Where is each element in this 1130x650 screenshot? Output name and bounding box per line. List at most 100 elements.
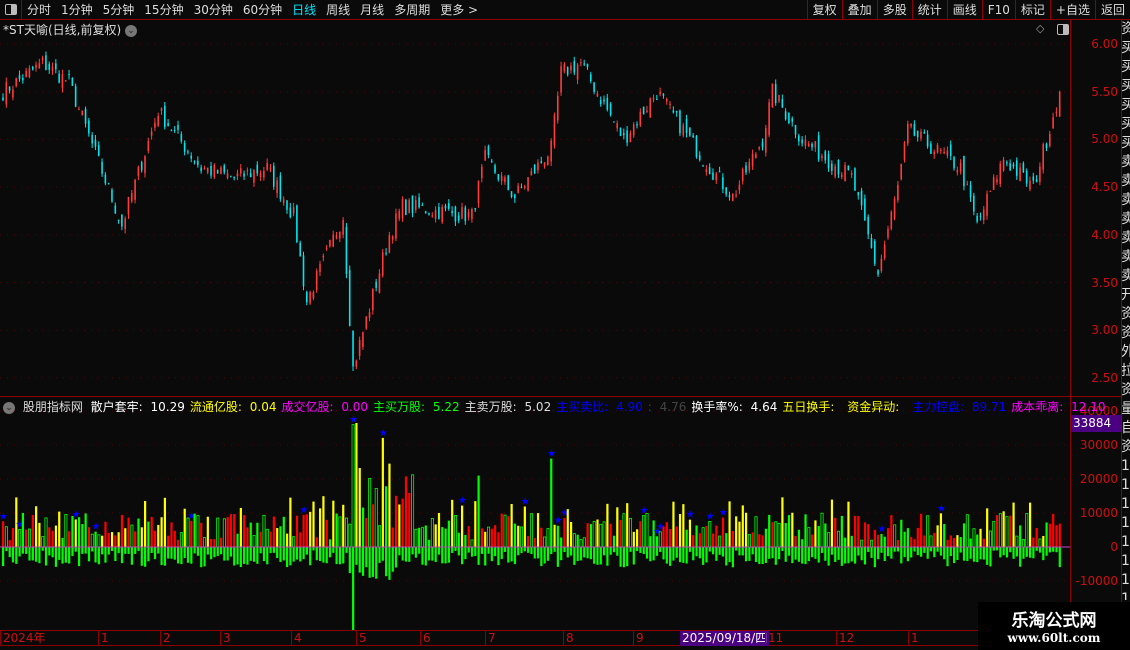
candle-body bbox=[177, 124, 179, 130]
candle-body bbox=[533, 164, 536, 174]
indicator-bar-positive bbox=[586, 523, 589, 547]
indicator-bar-negative bbox=[358, 547, 361, 573]
indicator-bar-positive bbox=[11, 528, 15, 547]
indicator-bar-negative bbox=[929, 547, 933, 552]
candle-body bbox=[959, 162, 962, 172]
indicator-bar-positive bbox=[265, 528, 269, 548]
candle-body bbox=[78, 108, 80, 110]
indicator-bar-negative bbox=[256, 547, 259, 564]
indicator-bar-negative bbox=[305, 547, 309, 555]
indicator-bar-positive bbox=[589, 524, 592, 547]
indicator-bar-negative bbox=[1019, 547, 1022, 567]
chart-canvas[interactable]: ★★★★★★★★★ ★★★★ ★★★★ ★ ★★★ bbox=[0, 0, 1070, 630]
indicator-bar-positive bbox=[791, 512, 794, 547]
candle-body bbox=[164, 105, 166, 128]
indicator-bar-positive bbox=[104, 521, 107, 547]
candle-body bbox=[1009, 163, 1011, 171]
indicator-bar-negative bbox=[186, 547, 190, 563]
candle-body bbox=[864, 198, 866, 221]
indicator-bar-positive bbox=[196, 515, 200, 548]
indicator-bar-positive bbox=[998, 513, 1002, 548]
indicator-bar-positive bbox=[4, 526, 8, 548]
candle-body bbox=[180, 134, 183, 142]
star-marker: ★ bbox=[91, 522, 100, 533]
right-side-panel[interactable]: 资买买买买买买卖卖卖卖卖卖卖开资资外拉资量自资1111111111 bbox=[1122, 20, 1130, 600]
indicator-bar-positive bbox=[546, 528, 550, 548]
indicator-bar-positive bbox=[239, 507, 242, 547]
candle-body bbox=[741, 169, 744, 182]
indicator-bar-positive bbox=[877, 534, 880, 547]
candle-body bbox=[530, 170, 533, 176]
indicator-bar-positive bbox=[619, 519, 622, 547]
indicator-bar-positive bbox=[863, 522, 867, 547]
candle-body bbox=[471, 208, 473, 220]
indicator-bar-positive bbox=[576, 534, 579, 547]
indicator-bar-positive bbox=[408, 492, 411, 547]
indicator-bar-positive bbox=[467, 526, 470, 547]
indicator-bar-positive bbox=[21, 513, 25, 547]
chevron-down-icon[interactable]: ⌄ bbox=[3, 401, 15, 414]
indicator-bar-negative bbox=[48, 547, 51, 556]
indicator-bar-negative bbox=[827, 547, 830, 566]
indicator-bar-negative bbox=[94, 547, 97, 563]
indicator-value: 4.76 bbox=[659, 400, 687, 414]
indicator-item: 散户套牢: 10.29 bbox=[91, 400, 190, 414]
candle-body bbox=[966, 183, 969, 185]
candle-body bbox=[692, 135, 694, 138]
indicator-bar-positive bbox=[434, 524, 437, 547]
candle-body bbox=[794, 125, 797, 135]
star-marker: ★ bbox=[640, 505, 649, 516]
candle-body bbox=[124, 218, 126, 230]
indicator-bar-negative bbox=[470, 547, 474, 557]
indicator-bar-negative bbox=[1038, 547, 1042, 553]
indicator-bar-negative bbox=[995, 547, 999, 551]
indicator-bar-positive bbox=[127, 517, 130, 547]
indicator-bar-negative bbox=[718, 547, 721, 555]
indicator-bar-negative bbox=[725, 547, 728, 566]
indicator-bar-negative bbox=[748, 547, 751, 561]
indicator-bar-negative bbox=[477, 547, 480, 565]
indicator-bar-negative bbox=[1012, 547, 1015, 559]
candle-body bbox=[596, 93, 599, 97]
indicator-bar-negative bbox=[1009, 547, 1012, 553]
candle-body bbox=[771, 83, 774, 107]
indicator-bar-positive bbox=[626, 503, 629, 547]
side-list-item: 卖 bbox=[1122, 230, 1130, 246]
indicator-bar-positive bbox=[77, 517, 81, 547]
candle-body bbox=[243, 173, 245, 177]
indicator-bar-negative bbox=[434, 547, 437, 563]
candle-body bbox=[1042, 144, 1044, 170]
candle-body bbox=[358, 339, 361, 357]
indicator-bar-positive bbox=[457, 532, 460, 547]
candle-body bbox=[560, 66, 562, 93]
indicator-bar-positive bbox=[988, 530, 992, 548]
indicator-bar-negative bbox=[120, 547, 124, 564]
indicator-bar-positive bbox=[404, 476, 408, 547]
indicator-bar-positive bbox=[179, 532, 183, 548]
candle-body bbox=[751, 153, 754, 167]
indicator-bar-negative bbox=[619, 547, 622, 567]
indicator-bar-negative bbox=[873, 547, 876, 568]
candle-body bbox=[233, 177, 235, 179]
indicator-value: 10.29 bbox=[150, 400, 185, 414]
indicator-bar-negative bbox=[249, 547, 252, 561]
side-list-item: 自 bbox=[1122, 420, 1130, 436]
candle-body bbox=[903, 142, 906, 160]
indicator-bar-positive bbox=[173, 530, 176, 547]
indicator-bar-positive bbox=[946, 539, 949, 547]
indicator-bar-positive bbox=[474, 501, 477, 547]
indicator-bar-positive bbox=[259, 531, 262, 547]
indicator-bar-positive bbox=[190, 520, 193, 547]
indicator-bar-positive bbox=[319, 508, 322, 547]
candle-body bbox=[1048, 133, 1051, 147]
candle-body bbox=[1012, 164, 1015, 167]
indicator-bar-negative bbox=[550, 547, 553, 555]
indicator-bar-positive bbox=[741, 505, 744, 547]
indicator-bar-negative bbox=[219, 547, 223, 555]
indicator-bar-positive bbox=[328, 539, 332, 547]
candle-body bbox=[253, 170, 255, 183]
toolbar-button-8[interactable]: 返回 bbox=[1094, 0, 1130, 20]
candle-body bbox=[969, 184, 972, 198]
indicator-bar-negative bbox=[586, 547, 589, 559]
indicator-bar-negative bbox=[642, 547, 645, 555]
